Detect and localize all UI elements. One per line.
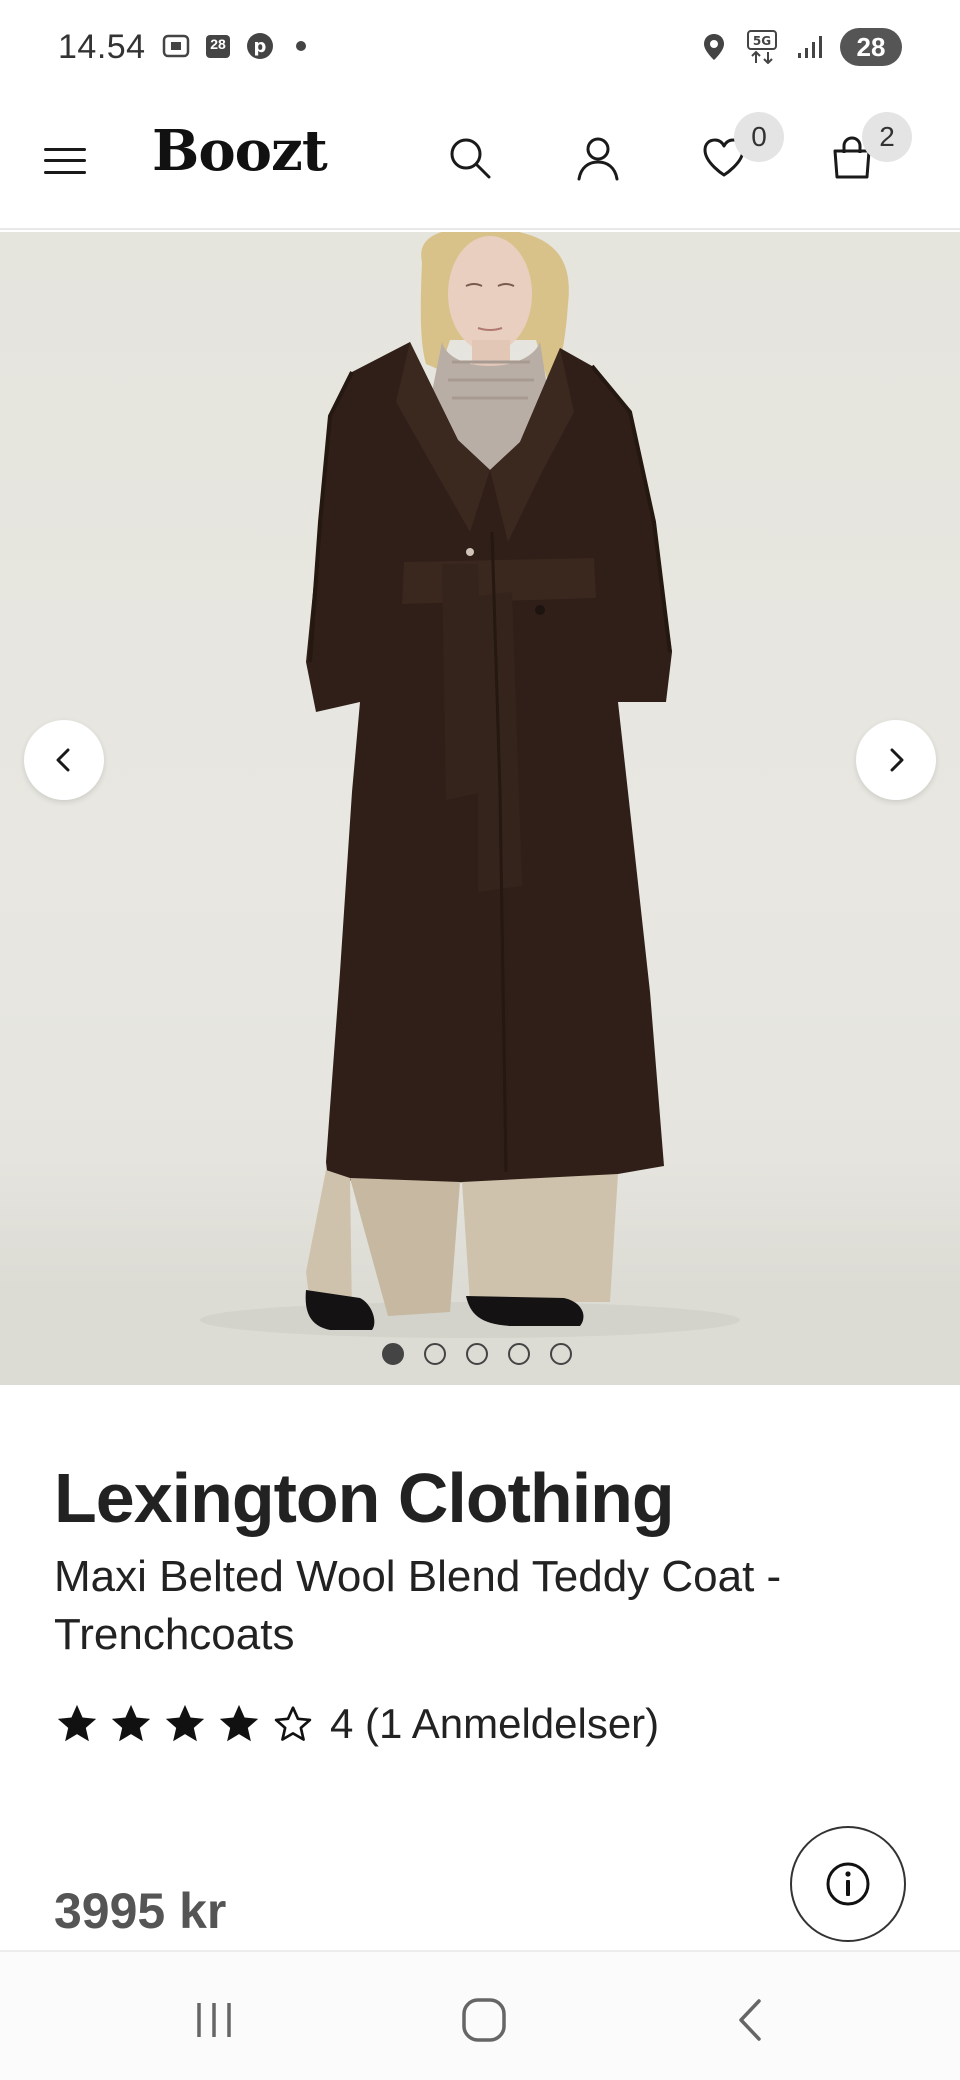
star-filled-icon [219,1704,259,1742]
status-icons-left: 28 p [160,30,306,62]
gallery-dot[interactable] [466,1343,488,1365]
calendar-day: 28 [210,36,226,52]
account-icon[interactable] [568,128,628,188]
search-icon[interactable] [440,128,500,188]
calendar-icon: 28 [202,30,234,62]
previous-image-button[interactable] [24,720,104,800]
recents-button[interactable] [184,1992,244,2048]
site-header: Boozt 0 2 [0,100,960,230]
product-name-line1: Maxi Belted Wool Blend Teddy Coat - [54,1552,782,1601]
gallery-pagination [382,1343,572,1365]
boozt-logo[interactable]: Boozt [152,118,328,184]
home-icon [462,1998,506,2042]
home-button[interactable] [454,1992,514,2048]
cart-count-badge: 2 [862,112,912,162]
product-brand[interactable]: Lexington Clothing [54,1458,675,1538]
star-filled-icon [165,1704,205,1742]
product-name-line2: Trenchcoats [54,1610,295,1659]
svg-text:p: p [254,36,267,57]
gallery-dot[interactable] [508,1343,530,1365]
chevron-right-icon [890,748,904,772]
info-icon [826,1862,870,1906]
rating-text: 4 (1 Anmeldelser) [330,1700,660,1747]
gallery-dot[interactable] [424,1343,446,1365]
pinterest-icon: p [244,30,276,62]
wishlist-count-badge: 0 [734,112,784,162]
dot-icon [296,41,306,51]
signal-icon [794,31,826,63]
system-nav-bar [0,1950,960,2080]
product-rating[interactable]: 4 (1 Anmeldelser) [54,1700,659,1748]
status-icons-right: 5G 28 [698,28,902,66]
product-image-gallery[interactable] [0,232,960,1385]
chevron-left-icon [56,748,70,772]
back-icon [739,1999,761,2041]
star-filled-icon [57,1704,97,1742]
product-name: Maxi Belted Wool Blend Teddy Coat - Tren… [54,1548,854,1664]
info-button[interactable] [790,1826,906,1942]
battery-icon: 28 [840,28,902,66]
gallery-dot[interactable] [382,1343,404,1365]
product-price: 3995 kr [54,1883,227,1939]
5g-icon: 5G [744,30,780,64]
menu-icon[interactable] [42,138,88,184]
location-icon [698,31,730,63]
gallery-dot[interactable] [550,1343,572,1365]
back-button[interactable] [722,1992,782,2048]
svg-text:5G: 5G [753,34,771,48]
star-filled-icon [111,1704,151,1742]
recents-icon [197,2003,231,2037]
next-image-button[interactable] [856,720,936,800]
status-time: 14.54 [58,28,146,66]
product-image [200,232,740,1338]
status-bar: 14.54 28 p 5G 28 [0,0,960,100]
star-empty-icon [274,1706,312,1741]
screenshot-icon [160,30,192,62]
